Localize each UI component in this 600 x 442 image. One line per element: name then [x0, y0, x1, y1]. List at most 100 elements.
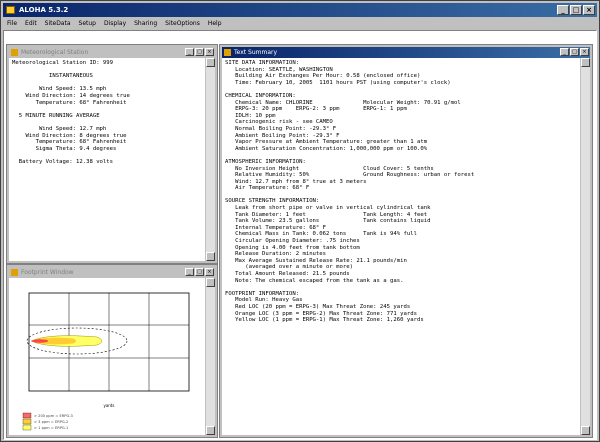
menu-edit[interactable]: Edit — [21, 18, 41, 29]
met-text-line: INSTANTANEOUS — [12, 73, 93, 80]
met-station-text: Meteorological Station ID: 999 INSTANTAN… — [9, 58, 215, 252]
summary-text-line: Total Amount Released: 21.5 pounds — [225, 271, 350, 277]
met-text-line: Wind Direction: 8 degrees true — [12, 132, 127, 139]
summary-text-line: Air Temperature: 68° F — [225, 185, 310, 192]
summary-text-line: Note: The chemical escaped from the tank… — [225, 277, 404, 284]
summary-text-line: Model Run: Heavy Gas — [225, 297, 303, 304]
summary-text-line: Tank Diameter: 1 feet Tank Length: 4 fee… — [225, 211, 428, 218]
summary-text-line: Release Duration: 2 minutes — [225, 251, 327, 258]
summary-text-line: Relative Humidity: 50% Ground Roughness:… — [225, 172, 475, 179]
met-station-titlebar[interactable]: Meteorological Station _ □ × — [9, 47, 215, 58]
summary-text-line: Red LOC (20 ppm = ERPG-3) Max Threat Zon… — [225, 303, 411, 310]
summary-text-line: Chemical Name: CHLORINE Molecular Weight… — [225, 99, 461, 106]
summary-text-line: Opening is 4.00 feet from tank bottom — [225, 244, 360, 251]
minimize-button[interactable]: _ — [557, 5, 569, 15]
menu-file[interactable]: File — [3, 18, 21, 29]
close-button[interactable]: × — [583, 5, 595, 15]
summary-text-line: Tank Volume: 23.5 gallons Tank contains … — [225, 218, 431, 225]
legend-label-red: > 200 ppm = ERPG-3 — [34, 414, 73, 418]
met-text-line: Wind Speed: 12.7 mph — [12, 125, 107, 132]
met-text-line — [12, 119, 212, 126]
menu-setup[interactable]: Setup — [75, 18, 100, 29]
fp-restore-button[interactable]: □ — [195, 268, 204, 276]
menu-help[interactable]: Help — [204, 18, 226, 29]
legend-swatch-red — [22, 412, 32, 419]
met-text-line — [12, 67, 212, 74]
summary-text-line: Vapor Pressure at Ambient Temperature: g… — [225, 139, 428, 146]
legend-label-orange: > 3 ppm = ERPG-2 — [34, 420, 68, 424]
scroll-down-button[interactable] — [581, 426, 590, 435]
summary-text-line: Location: SEATTLE, WASHINGTON — [225, 66, 333, 73]
footprint-scrollbar[interactable] — [205, 278, 215, 435]
legend-swatch-yellow — [22, 424, 32, 431]
summary-text-line: Orange LOC (3 ppm = ERPG-2) Max Threat Z… — [225, 310, 417, 317]
summary-text-line: No Inversion Height Cloud Cover: 5 tenth… — [225, 165, 434, 172]
text-summary-titlebar[interactable]: Text Summary _ □ × — [222, 47, 590, 58]
summary-text-line: Normal Boiling Point: -29.3° F — [225, 125, 337, 132]
footprint-titlebar[interactable]: Footprint Window _ □ × — [9, 267, 215, 278]
met-station-window: Meteorological Station _ □ × Meteorologi… — [6, 44, 218, 264]
ts-close-button[interactable]: × — [580, 48, 589, 56]
met-close-button[interactable]: × — [205, 48, 214, 56]
summary-text-line: Internal Temperature: 68° F — [225, 224, 327, 231]
window-icon — [224, 49, 231, 56]
met-text-line: Temperature: 68° Fahrenheit — [12, 139, 127, 146]
scroll-up-button[interactable] — [206, 58, 215, 67]
met-text-line: Wind Direction: 14 degrees true — [12, 92, 130, 99]
x-axis-label: yards — [103, 403, 114, 408]
ts-restore-button[interactable]: □ — [570, 48, 579, 56]
met-text-line — [12, 152, 212, 159]
text-summary-content: SITE DATA INFORMATION: Location: SEATTLE… — [222, 58, 590, 434]
app-titlebar[interactable]: ALOHA 5.3.2 _ □ × — [3, 3, 597, 17]
menu-display[interactable]: Display — [100, 18, 130, 29]
summary-text-line: SOURCE STRENGTH INFORMATION: — [225, 198, 320, 205]
mdi-workspace: Meteorological Station _ □ × Meteorologi… — [3, 30, 597, 440]
app-window: ALOHA 5.3.2 _ □ × File Edit SiteData Set… — [0, 0, 600, 442]
menu-bar: File Edit SiteData Setup Display Sharing… — [3, 18, 597, 29]
summary-text-line: ATMOSPHERIC INFORMATION: — [225, 158, 306, 165]
summary-text-line: Chemical Mass in Tank: 0.062 tons Tank i… — [225, 231, 417, 238]
met-text-line — [12, 106, 212, 113]
fp-minimize-button[interactable]: _ — [185, 268, 194, 276]
scroll-down-button[interactable] — [206, 252, 215, 261]
summary-text-line: IDLH: 10 ppm — [225, 112, 276, 119]
footprint-title: Footprint Window — [21, 269, 74, 276]
summary-text-line: Carcinogenic risk - see CAMEO — [225, 119, 333, 126]
met-scrollbar[interactable] — [205, 58, 215, 261]
footprint-window: Footprint Window _ □ × yards > 200 ppm =… — [6, 264, 218, 438]
summary-text-line — [225, 192, 587, 199]
legend-label-yellow: > 1 ppm = ERPG-1 — [34, 426, 68, 430]
summary-text-line — [225, 284, 587, 291]
app-title: ALOHA 5.3.2 — [19, 6, 69, 14]
summary-text-line: SITE DATA INFORMATION: — [225, 60, 300, 66]
summary-text-line: Circular Opening Diameter: .75 inches — [225, 238, 360, 245]
scroll-up-button[interactable] — [206, 278, 215, 287]
text-summary-title: Text Summary — [234, 49, 278, 56]
met-minimize-button[interactable]: _ — [185, 48, 194, 56]
fp-close-button[interactable]: × — [205, 268, 214, 276]
menu-siteoptions[interactable]: SiteOptions — [161, 18, 204, 29]
window-icon — [11, 49, 18, 56]
menu-sitedata[interactable]: SiteData — [41, 18, 75, 29]
summary-text-line: (averaged over a minute or more) — [225, 264, 353, 271]
summary-text-line: Building Air Exchanges Per Hour: 0.58 (e… — [225, 73, 421, 80]
legend-swatch-orange — [22, 418, 32, 425]
window-icon — [11, 269, 18, 276]
restore-button[interactable]: □ — [570, 5, 582, 15]
met-text-line: Wind Speed: 13.5 mph — [12, 86, 107, 93]
met-text-line: Temperature: 68° Fahrenheit — [12, 99, 127, 106]
summary-text-line: Leak from short pipe or valve in vertica… — [225, 205, 431, 212]
summary-text-line: FOOTPRINT INFORMATION: — [225, 290, 300, 297]
met-text-line: Meteorological Station ID: 999 — [12, 60, 114, 66]
met-station-title: Meteorological Station — [21, 49, 89, 56]
menu-sharing[interactable]: Sharing — [130, 18, 161, 29]
scroll-up-button[interactable] — [581, 58, 590, 67]
ts-minimize-button[interactable]: _ — [560, 48, 569, 56]
footprint-legend: > 200 ppm = ERPG-3 > 3 ppm = ERPG-2 > 1 … — [22, 412, 73, 431]
text-summary-scrollbar[interactable] — [580, 58, 590, 435]
summary-text-line — [225, 152, 587, 159]
met-restore-button[interactable]: □ — [195, 48, 204, 56]
met-text-line: Battery Voltage: 12.38 volts — [12, 158, 114, 165]
scroll-down-button[interactable] — [206, 426, 215, 435]
summary-text-line: CHEMICAL INFORMATION: — [225, 92, 296, 99]
